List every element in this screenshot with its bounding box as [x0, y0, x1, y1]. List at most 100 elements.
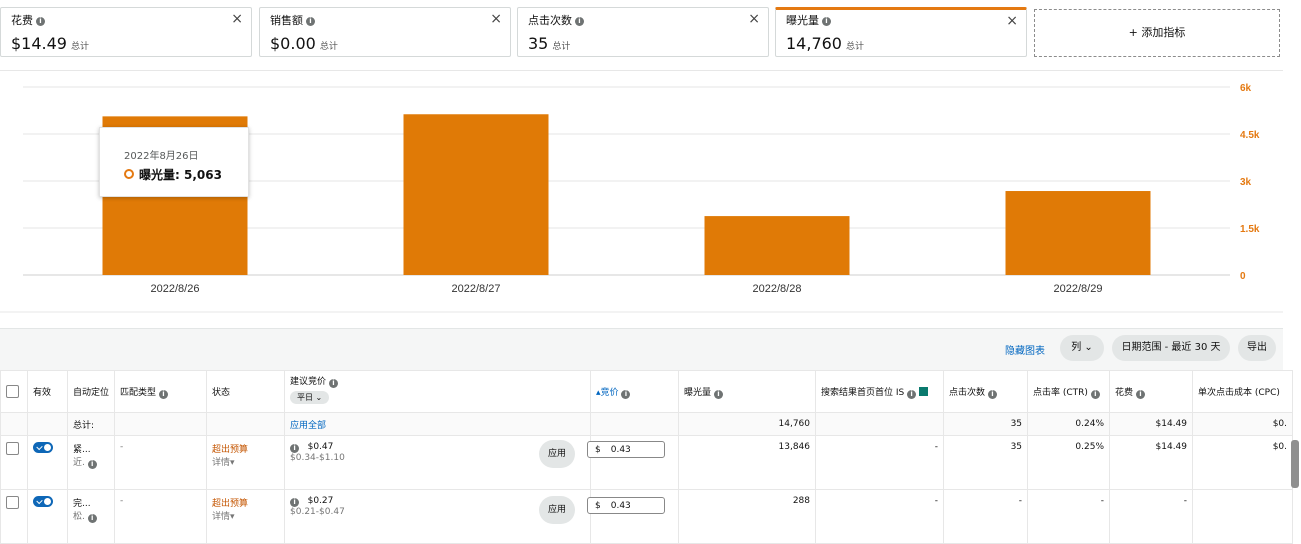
- impressions-bar-chart: 0 1.5k 3k 4.5k 6k 2022/8/26 2022/8/27 2022/8/28…: [0, 83, 1283, 313]
- match-type-cell: -: [114, 489, 208, 544]
- metric-value: 14,760 总计: [786, 34, 864, 53]
- total-spend: $14.49: [1109, 412, 1194, 436]
- download-report-icon[interactable]: [919, 386, 928, 396]
- table-header-row: 有效 自动定位 匹配类型 i 状态 建议竞价 i 平日 ⌄ ▴竞价 i 曝光量 …: [0, 370, 1294, 413]
- metric-name: 点击次数 i: [528, 12, 584, 28]
- apply-bid-button[interactable]: 应用: [539, 496, 575, 524]
- row-checkbox[interactable]: [6, 442, 19, 455]
- metric-name: 花费 i: [11, 12, 45, 28]
- header-status[interactable]: 状态: [206, 370, 286, 413]
- info-icon[interactable]: i: [290, 498, 300, 507]
- y-tick-label: 6k: [1240, 83, 1252, 94]
- total-row: 总计: 应用全部 14,760 35 0.24% $14.49 $0.: [0, 412, 1294, 436]
- header-bid[interactable]: ▴竞价 i: [590, 370, 680, 413]
- total-clicks: 35: [943, 412, 1029, 436]
- apply-all-link[interactable]: 应用全部: [284, 412, 592, 436]
- ctr-cell: -: [1027, 489, 1111, 544]
- header-spend[interactable]: 花费 i: [1109, 370, 1194, 413]
- info-icon[interactable]: i: [713, 389, 723, 399]
- header-impressions[interactable]: 曝光量 i: [678, 370, 817, 413]
- apply-bid-button[interactable]: 应用: [539, 440, 575, 468]
- total-cpc: $0.: [1192, 412, 1294, 436]
- clicks-cell: 35: [943, 435, 1029, 490]
- close-icon[interactable]: ×: [748, 11, 760, 27]
- header-clicks[interactable]: 点击次数 i: [943, 370, 1029, 413]
- row-checkbox[interactable]: [6, 496, 19, 509]
- date-range-button[interactable]: 日期范围 - 最近 30 天: [1112, 335, 1230, 361]
- select-all-checkbox[interactable]: [6, 385, 19, 398]
- ctr-cell: 0.25%: [1027, 435, 1111, 490]
- header-cpc[interactable]: 单次点击成本 (CPC): [1192, 370, 1294, 413]
- select-all-cell: [0, 370, 28, 413]
- info-icon[interactable]: i: [158, 389, 168, 399]
- metric-value: $0.00 总计: [270, 34, 338, 53]
- x-tick-label: 2022/8/29: [1054, 283, 1103, 295]
- y-tick-label: 4.5k: [1240, 130, 1260, 141]
- divider: [0, 70, 1283, 71]
- spend-cell: $14.49: [1109, 435, 1194, 490]
- tooltip-date: 2022年8月26日: [124, 151, 199, 162]
- metric-card-clicks[interactable]: 点击次数 i × 35 总计: [517, 7, 769, 57]
- series-dot-icon: [124, 169, 134, 179]
- bid-input[interactable]: $0.43: [587, 441, 665, 458]
- bar[interactable]: [704, 216, 850, 275]
- impressions-cell: 288: [678, 489, 817, 544]
- vertical-scrollbar[interactable]: [1291, 440, 1299, 488]
- total-ctr: 0.24%: [1027, 412, 1111, 436]
- active-toggle[interactable]: [33, 442, 53, 453]
- header-active[interactable]: 有效: [27, 370, 68, 413]
- info-icon[interactable]: i: [822, 17, 831, 26]
- info-icon[interactable]: i: [36, 17, 45, 26]
- status-cell: 超出预算详情▾: [206, 489, 286, 544]
- status-badge: 超出预算: [212, 499, 249, 509]
- top-is-cell: -: [815, 435, 945, 490]
- header-top-of-search-is[interactable]: 搜索结果首页首位 IS i: [815, 370, 945, 413]
- info-icon[interactable]: i: [987, 389, 997, 399]
- info-icon[interactable]: i: [1090, 389, 1100, 399]
- y-tick-label: 0: [1240, 271, 1246, 282]
- bid-input[interactable]: $0.43: [587, 497, 665, 514]
- export-button[interactable]: 导出: [1238, 335, 1276, 361]
- details-dropdown[interactable]: 详情▾: [212, 512, 235, 522]
- bar[interactable]: [1005, 191, 1151, 275]
- columns-button[interactable]: 列 ⌄: [1060, 335, 1104, 361]
- cpc-cell: $0.: [1192, 435, 1294, 490]
- metric-card-spend[interactable]: 花费 i × $14.49 总计: [0, 7, 252, 57]
- x-tick-label: 2022/8/28: [753, 283, 802, 295]
- x-tick-label: 2022/8/27: [452, 283, 501, 295]
- header-match-type[interactable]: 匹配类型 i: [114, 370, 208, 413]
- info-icon[interactable]: i: [87, 514, 97, 523]
- active-toggle[interactable]: [33, 496, 53, 507]
- close-icon[interactable]: ×: [231, 11, 243, 27]
- status-badge: 超出预算: [212, 445, 249, 455]
- clicks-cell: -: [943, 489, 1029, 544]
- info-icon[interactable]: i: [328, 379, 338, 388]
- add-metric-button[interactable]: + 添加指标: [1034, 9, 1280, 57]
- y-tick-label: 3k: [1240, 177, 1252, 188]
- metric-card-sales[interactable]: 销售额 i × $0.00 总计: [259, 7, 511, 57]
- info-icon[interactable]: i: [87, 460, 97, 469]
- info-icon[interactable]: i: [290, 444, 300, 453]
- header-suggested-bid[interactable]: 建议竞价 i 平日 ⌄: [284, 370, 592, 413]
- metric-value: $14.49 总计: [11, 34, 89, 53]
- close-icon[interactable]: ×: [1006, 13, 1018, 29]
- close-icon[interactable]: ×: [490, 11, 502, 27]
- info-icon[interactable]: i: [1135, 389, 1145, 399]
- tooltip-value: 曝光量: 5,063: [124, 166, 222, 183]
- bar[interactable]: [403, 114, 549, 275]
- cpc-cell: [1192, 489, 1294, 544]
- header-auto-target[interactable]: 自动定位: [66, 370, 116, 413]
- info-icon[interactable]: i: [575, 17, 584, 26]
- metric-card-impressions[interactable]: 曝光量 i × 14,760 总计: [775, 7, 1027, 57]
- bid-period-select[interactable]: 平日 ⌄: [290, 391, 330, 404]
- details-dropdown[interactable]: 详情▾: [212, 458, 235, 468]
- info-icon[interactable]: i: [907, 389, 917, 399]
- metric-name: 销售额 i: [270, 12, 315, 28]
- y-tick-label: 1.5k: [1240, 224, 1260, 235]
- header-ctr[interactable]: 点击率 (CTR) i: [1027, 370, 1111, 413]
- info-icon[interactable]: i: [621, 389, 631, 399]
- info-icon[interactable]: i: [306, 17, 315, 26]
- x-tick-label: 2022/8/26: [151, 283, 200, 295]
- top-is-cell: -: [815, 489, 945, 544]
- hide-chart-link[interactable]: 隐藏图表: [1005, 342, 1045, 357]
